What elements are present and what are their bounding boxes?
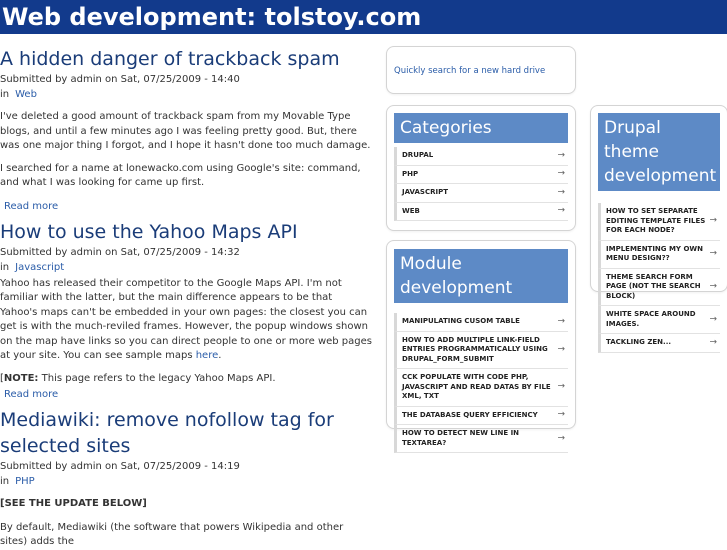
forum-topic-item[interactable]: IMPLEMENTING MY OWN MENU DESIGN?? → <box>598 240 720 269</box>
drupal-theme-block: Drupal theme development HOW TO SET SEPA… <box>590 105 727 353</box>
category-label: WEB <box>402 206 420 215</box>
body-paragraph: By default, Mediawiki (the software that… <box>0 521 344 548</box>
categories-menu: DRUPAL → PHP → JAVASCRIPT → WEB → <box>394 147 568 221</box>
drupal-theme-menu: HOW TO SET SEPARATE EDITING TEMPLATE FIL… <box>598 203 720 353</box>
term-link[interactable]: Web <box>15 89 37 100</box>
node-teaser: Mediawiki: remove nofollow tag for selec… <box>0 407 372 550</box>
drupal-theme-title: Drupal theme development <box>598 113 720 191</box>
arrow-right-icon: → <box>557 150 565 160</box>
module-development-title: Module development <box>394 249 568 303</box>
topic-label: HOW TO ADD MULTIPLE LINK-FIELD ENTRIES P… <box>402 335 548 363</box>
topic-label: HOW TO DETECT NEW LINE IN TEXTAREA? <box>402 429 520 447</box>
forum-topic-item[interactable]: THEME SEARCH FORM PAGE (NOT THE SEARCH B… <box>598 268 720 306</box>
category-label: JAVASCRIPT <box>402 188 448 196</box>
note-paragraph: [NOTE: This page refers to the legacy Ya… <box>0 372 372 387</box>
read-more-link[interactable]: Read more <box>0 200 372 214</box>
node-body: Yahoo has released their competitor to t… <box>0 277 372 387</box>
arrow-right-icon: → <box>709 313 717 324</box>
node-terms: in Web <box>0 87 372 102</box>
note-label: NOTE: <box>3 372 39 384</box>
topic-label: THEME SEARCH FORM PAGE (NOT THE SEARCH B… <box>606 272 701 300</box>
category-label: PHP <box>402 169 419 178</box>
terms-in-label: in <box>0 261 10 273</box>
term-link[interactable]: Javascript <box>15 262 64 273</box>
forum-topic-item[interactable]: CCK POPULATE WITH CODE PHP, JAVASCRIPT A… <box>394 369 568 407</box>
topic-label: TACKLING ZEN... <box>606 338 672 346</box>
note-text: This page refers to the legacy Yahoo Map… <box>38 372 276 384</box>
update-note: [SEE THE UPDATE BELOW] <box>0 497 372 512</box>
category-label: DRUPAL <box>402 151 434 159</box>
arrow-right-icon: → <box>709 215 717 226</box>
category-item-javascript[interactable]: JAVASCRIPT → <box>394 184 568 203</box>
here-link[interactable]: here <box>196 350 219 361</box>
topic-label: MANIPULATING CUSOM TABLE <box>402 317 520 325</box>
term-link[interactable]: PHP <box>15 476 35 487</box>
main-content: A hidden danger of trackback spam Submit… <box>0 46 372 550</box>
arrow-right-icon: → <box>557 344 565 354</box>
topic-label: HOW TO SET SEPARATE EDITING TEMPLATE FIL… <box>606 207 706 234</box>
categories-title: Categories <box>394 113 568 143</box>
arrow-right-icon: → <box>557 381 565 392</box>
site-title[interactable]: Web development: tolstoy.com <box>2 1 421 33</box>
node-terms: in Javascript <box>0 260 372 275</box>
forum-topic-item[interactable]: HOW TO SET SEPARATE EDITING TEMPLATE FIL… <box>598 203 720 241</box>
terms-in-label: in <box>0 476 10 487</box>
search-promo-block: Quickly search for a new hard drive <box>386 46 576 94</box>
arrow-right-icon: → <box>557 409 565 420</box>
forum-topic-item[interactable]: THE DATABASE QUERY EFFICIENCY → <box>394 406 568 425</box>
node-terms: in PHP <box>0 474 372 489</box>
read-more-link[interactable]: Read more <box>0 388 372 402</box>
arrow-right-icon: → <box>709 337 717 347</box>
module-development-block: Module development MANIPULATING CUSOM TA… <box>386 240 576 453</box>
arrow-right-icon: → <box>709 248 717 259</box>
category-item-web[interactable]: WEB → <box>394 202 568 221</box>
site-header: Web development: tolstoy.com <box>0 0 727 34</box>
forum-topic-item[interactable]: HOW TO DETECT NEW LINE IN TEXTAREA? → <box>394 425 568 453</box>
forum-topic-item[interactable]: MANIPULATING CUSOM TABLE → <box>394 313 568 332</box>
node-title[interactable]: How to use the Yahoo Maps API <box>0 219 372 245</box>
arrow-right-icon: → <box>557 205 565 216</box>
update-label: [SEE THE UPDATE BELOW] <box>0 498 147 509</box>
arrow-right-icon: → <box>557 187 565 197</box>
node-title[interactable]: A hidden danger of trackback spam <box>0 46 372 72</box>
forum-topic-item[interactable]: WHITE SPACE AROUND IMAGES. → <box>598 306 720 334</box>
terms-in-label: in <box>0 89 10 100</box>
categories-block: Categories DRUPAL → PHP → JAVASCRIPT → WEB → <box>386 105 576 231</box>
node-teaser: How to use the Yahoo Maps API Submitted … <box>0 219 372 403</box>
arrow-right-icon: → <box>557 432 565 443</box>
node-teaser: A hidden danger of trackback spam Submit… <box>0 46 372 214</box>
node-submitted: Submitted by admin on Sat, 07/25/2009 - … <box>0 461 240 472</box>
node-body: I've deleted a good amount of trackback … <box>0 110 372 191</box>
category-item-php[interactable]: PHP → <box>394 165 568 184</box>
node-title[interactable]: Mediawiki: remove nofollow tag for selec… <box>0 407 372 459</box>
body-paragraph: Yahoo has released their competitor to t… <box>0 277 372 364</box>
node-body: [SEE THE UPDATE BELOW] By default, Media… <box>0 497 372 550</box>
node-submitted: Submitted by admin on Sat, 07/25/2009 - … <box>0 246 240 258</box>
category-item-drupal[interactable]: DRUPAL → <box>394 147 568 166</box>
node-submitted: Submitted by admin on Sat, 07/25/2009 - … <box>0 74 240 85</box>
body-paragraph: I searched for a name at lonewacko.com u… <box>0 162 361 189</box>
topic-label: IMPLEMENTING MY OWN MENU DESIGN?? <box>606 244 703 263</box>
topic-label: WHITE SPACE AROUND IMAGES. <box>606 310 696 328</box>
forum-topic-item[interactable]: TACKLING ZEN... → <box>598 334 720 353</box>
body-paragraph: I've deleted a good amount of trackback … <box>0 111 371 151</box>
topic-label: THE DATABASE QUERY EFFICIENCY <box>402 410 538 419</box>
body-text: Yahoo has released their competitor to t… <box>0 277 372 362</box>
period: . <box>218 350 222 361</box>
topic-label: CCK POPULATE WITH CODE PHP, JAVASCRIPT A… <box>402 373 551 400</box>
arrow-right-icon: → <box>557 316 565 326</box>
module-development-menu: MANIPULATING CUSOM TABLE → HOW TO ADD MUL… <box>394 313 568 453</box>
arrow-right-icon: → <box>557 168 565 179</box>
arrow-right-icon: → <box>709 281 717 291</box>
forum-topic-item[interactable]: HOW TO ADD MULTIPLE LINK-FIELD ENTRIES P… <box>394 331 568 369</box>
search-promo-link[interactable]: Quickly search for a new hard drive <box>394 66 545 76</box>
